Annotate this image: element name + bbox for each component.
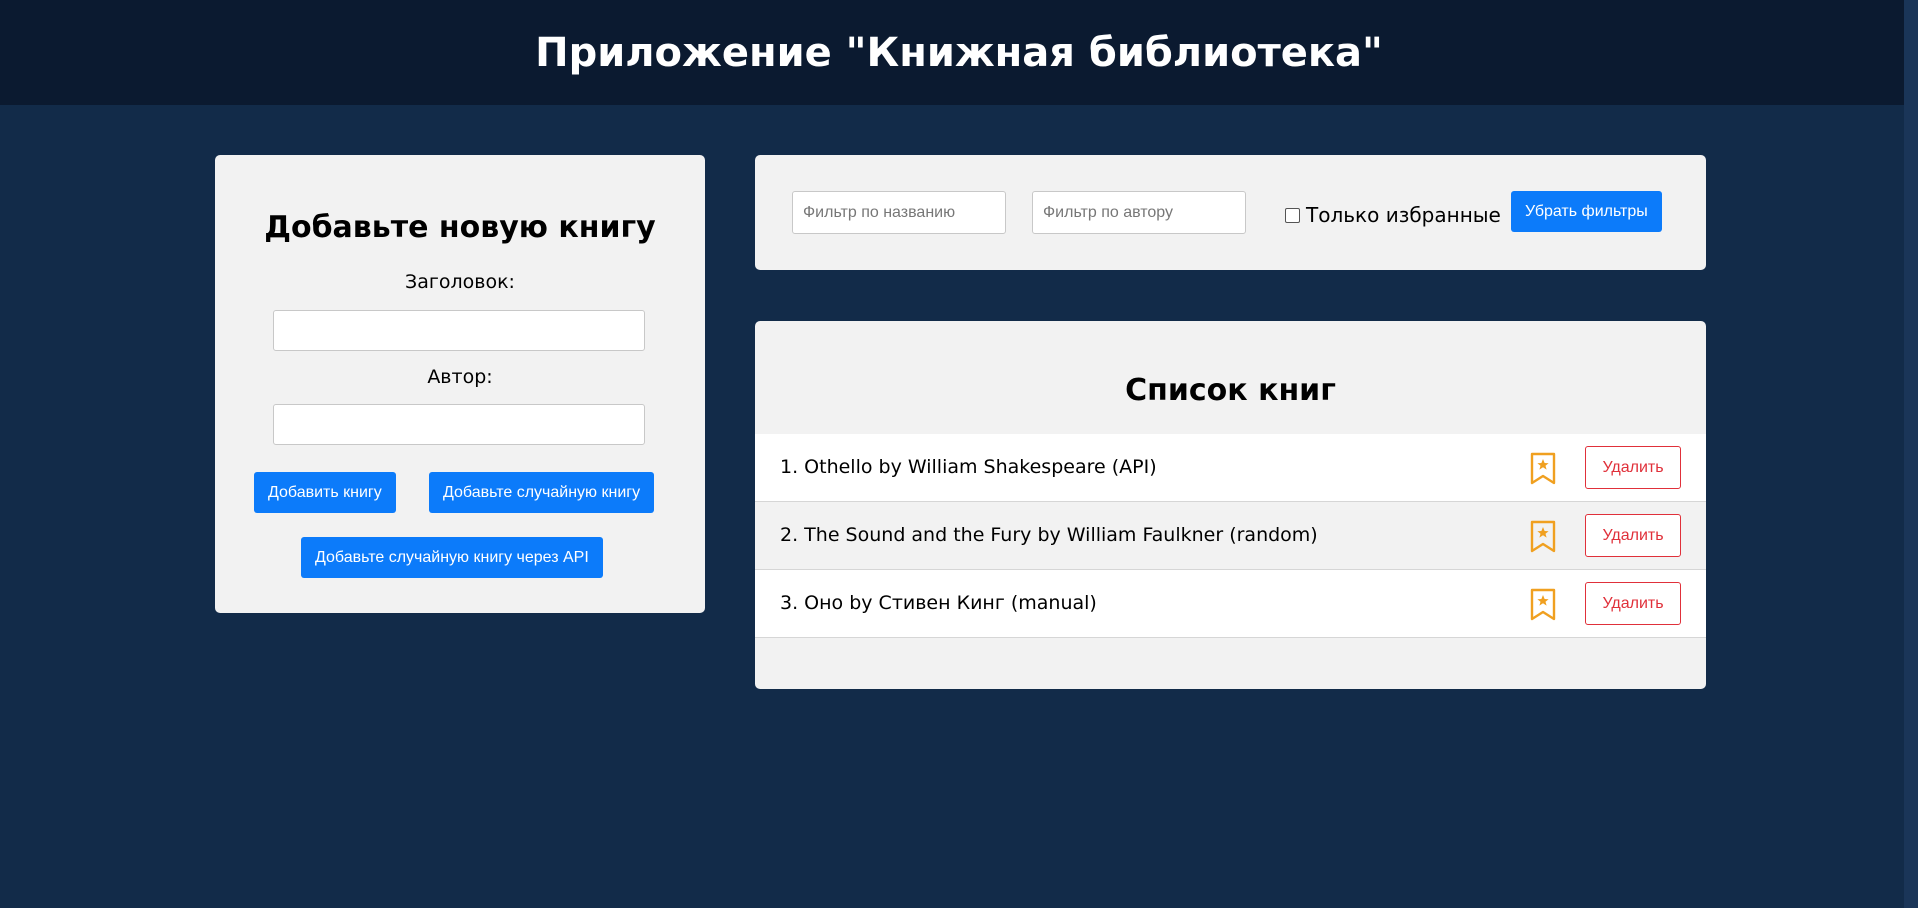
- favorites-only-filter[interactable]: Только избранные: [1285, 203, 1501, 227]
- bookmark-star-icon[interactable]: [1530, 452, 1556, 485]
- app-header: Приложение "Книжная библиотека": [0, 0, 1918, 105]
- clear-filters-button[interactable]: Убрать фильтры: [1511, 191, 1662, 232]
- page-title: Приложение "Книжная библиотека": [535, 29, 1383, 76]
- book-title-text: 1. Othello by William Shakespeare (API): [780, 456, 1157, 478]
- filters-panel: Только избранные Убрать фильтры: [755, 155, 1706, 270]
- book-title-text: 2. The Sound and the Fury by William Fau…: [780, 524, 1318, 546]
- add-book-heading: Добавьте новую книгу: [264, 210, 656, 245]
- title-input[interactable]: [273, 310, 645, 351]
- add-random-book-button[interactable]: Добавьте случайную книгу: [429, 472, 655, 513]
- scrollbar[interactable]: [1904, 0, 1918, 908]
- bookmark-star-icon[interactable]: [1530, 588, 1556, 621]
- list-item: 3. Оно by Стивен Кинг (manual) Удалить: [755, 570, 1706, 638]
- author-label: Автор:: [427, 366, 493, 388]
- book-title-text: 3. Оно by Стивен Кинг (manual): [780, 592, 1097, 614]
- book-list-panel: Список книг 1. Othello by William Shakes…: [755, 321, 1706, 689]
- delete-button[interactable]: Удалить: [1585, 514, 1681, 557]
- favorites-checkbox[interactable]: [1285, 207, 1300, 223]
- list-item: 1. Othello by William Shakespeare (API) …: [755, 434, 1706, 502]
- title-filter-input[interactable]: [792, 191, 1006, 234]
- delete-button[interactable]: Удалить: [1585, 446, 1681, 489]
- add-book-button[interactable]: Добавить книгу: [254, 472, 396, 513]
- title-label: Заголовок:: [405, 271, 515, 293]
- author-input[interactable]: [273, 404, 645, 445]
- author-filter-input[interactable]: [1032, 191, 1246, 234]
- list-item: 2. The Sound and the Fury by William Fau…: [755, 502, 1706, 570]
- add-random-api-book-button[interactable]: Добавьте случайную книгу через API: [301, 537, 603, 578]
- add-book-panel: Добавьте новую книгу Заголовок: Автор: Д…: [215, 155, 705, 613]
- bookmark-star-icon[interactable]: [1530, 520, 1556, 553]
- delete-button[interactable]: Удалить: [1585, 582, 1681, 625]
- book-list: 1. Othello by William Shakespeare (API) …: [755, 434, 1706, 638]
- favorites-label: Только избранные: [1306, 203, 1501, 227]
- book-list-heading: Список книг: [1125, 373, 1336, 408]
